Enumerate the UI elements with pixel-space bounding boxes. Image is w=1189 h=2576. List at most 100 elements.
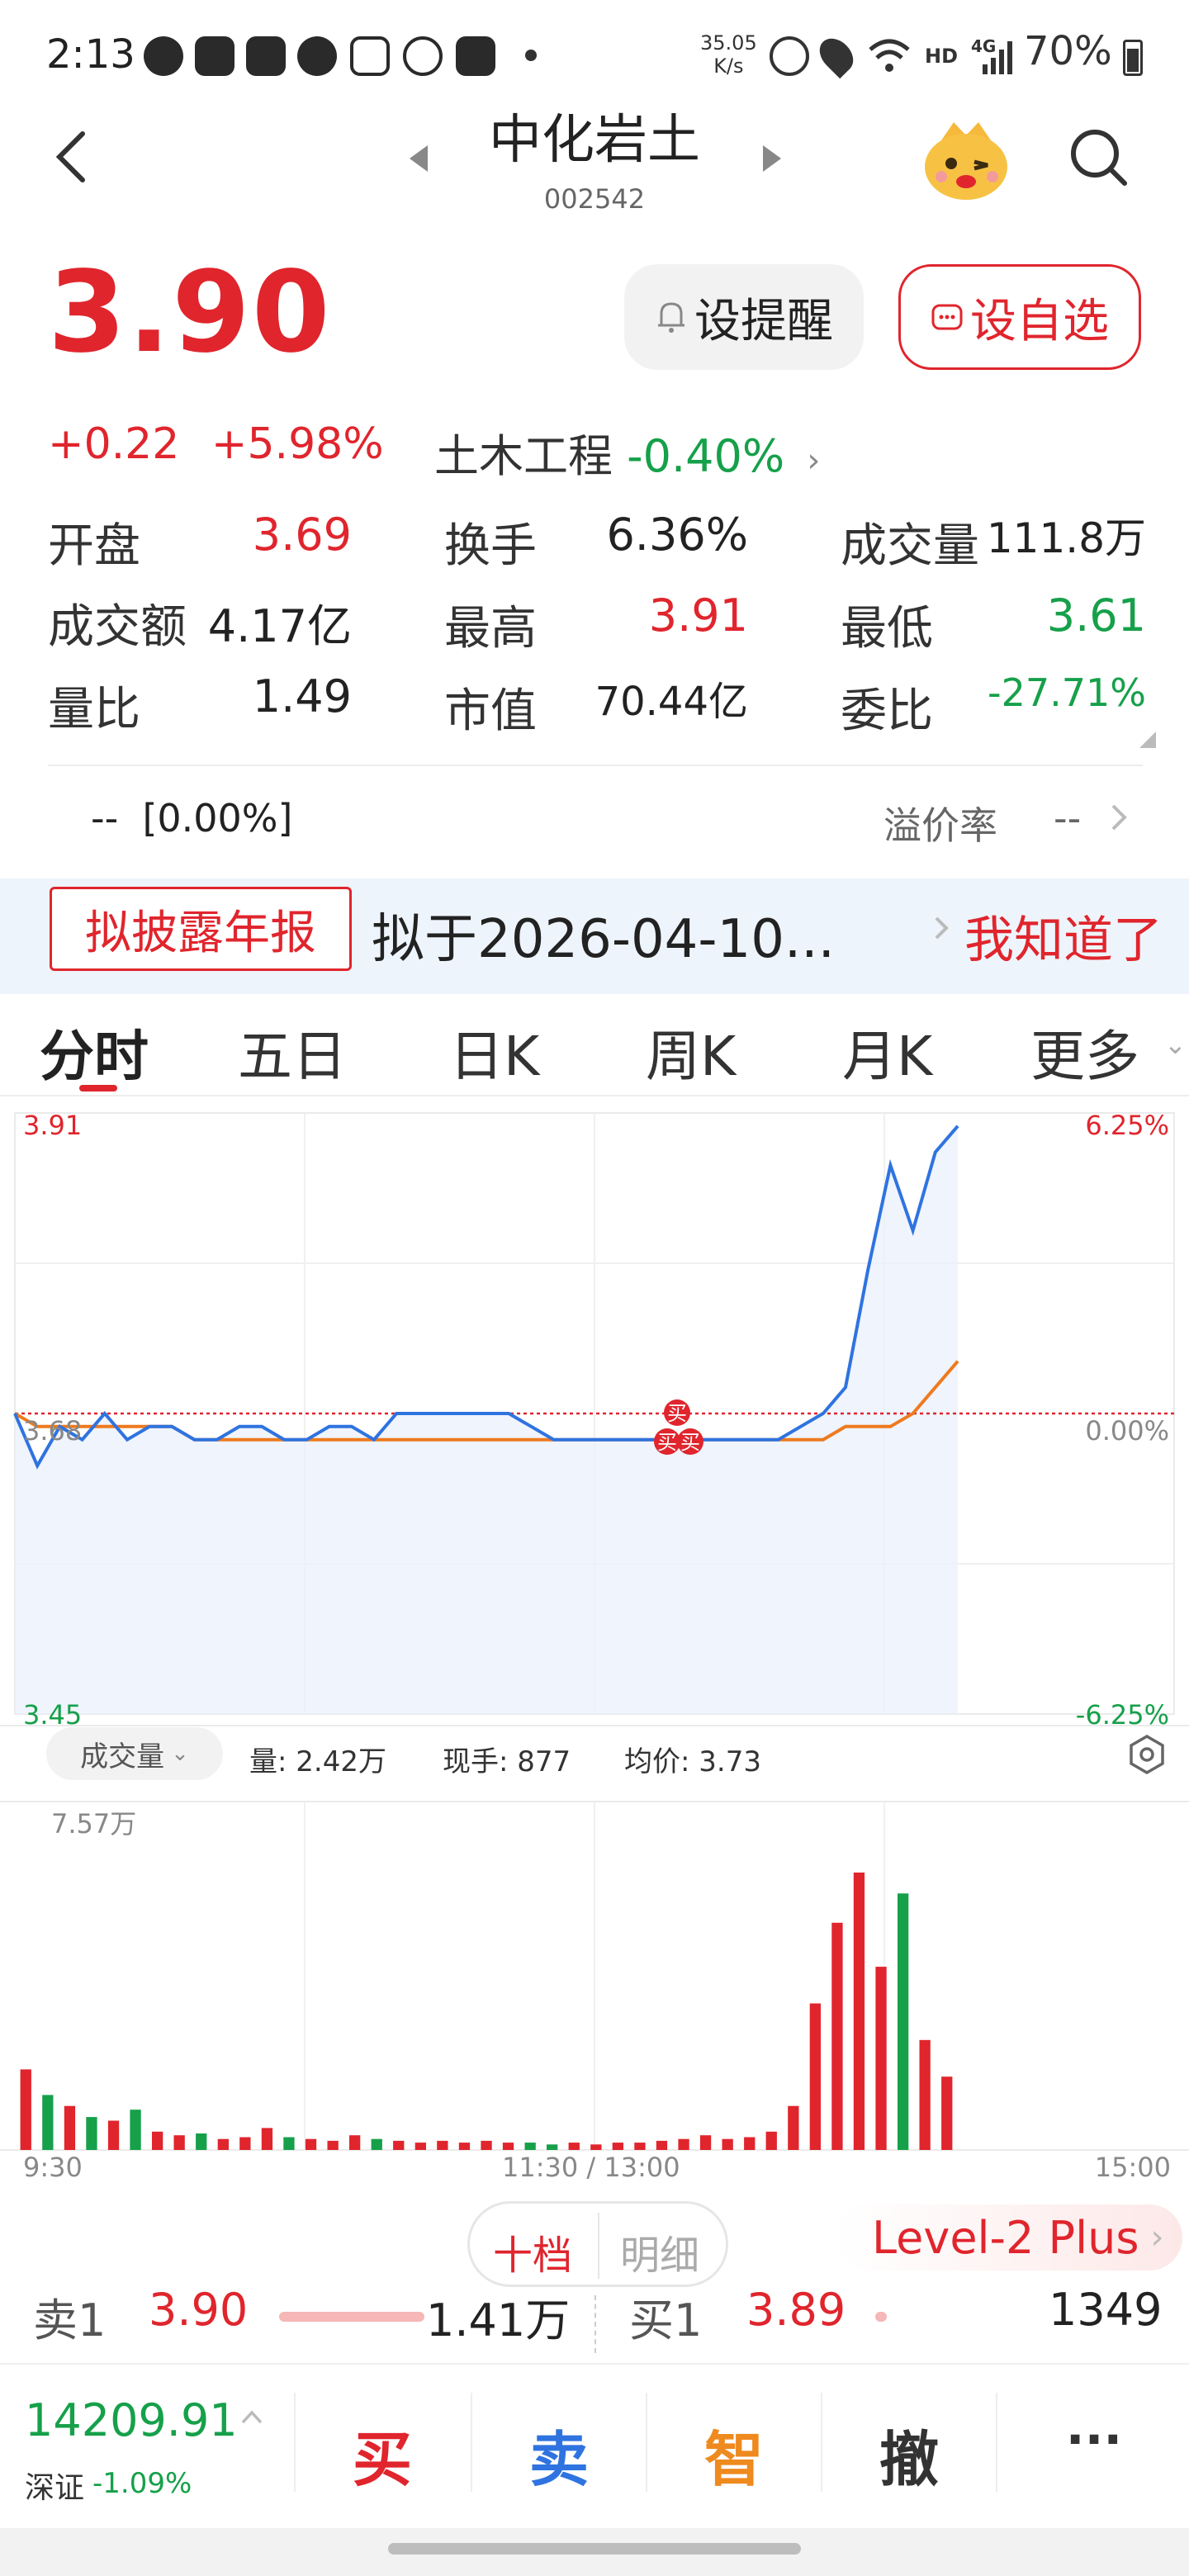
intraday-chart[interactable]: 买买买 3.91 3.68 3.45 6.25% 0.00% -6.25% 成交… bbox=[0, 1096, 1189, 2195]
expand-corner-icon[interactable] bbox=[1139, 732, 1156, 748]
chart-canvas: 买买买 bbox=[0, 1112, 1189, 2151]
divider bbox=[996, 2393, 997, 2492]
volume-bar bbox=[261, 2128, 273, 2150]
volume-bar bbox=[568, 2143, 580, 2150]
more-button[interactable]: ··· bbox=[1007, 2411, 1181, 2469]
net-speed: 35.05 K/s bbox=[700, 31, 757, 78]
battery-fill bbox=[1127, 49, 1139, 72]
level2-label: Level-2 Plus bbox=[872, 2211, 1139, 2264]
avg-price-readout: 均价: 3.73 bbox=[624, 1745, 761, 1778]
battery-level: 70% bbox=[1024, 28, 1112, 74]
sector-link[interactable]: 土木工程 -0.40% › bbox=[434, 419, 820, 485]
announcement-text[interactable]: 拟于2026-04-10... bbox=[372, 897, 835, 973]
volume-bar bbox=[414, 2143, 426, 2150]
premium-rate-label: 溢价率 bbox=[883, 803, 997, 848]
volume-bar bbox=[371, 2138, 382, 2150]
volume-bar bbox=[437, 2140, 448, 2150]
market-cap-value: 70.44亿 bbox=[594, 679, 748, 725]
settings-button[interactable] bbox=[1126, 1734, 1168, 1775]
volume-bar bbox=[239, 2137, 251, 2150]
price-change-row: +0.22 +5.98% bbox=[48, 419, 402, 469]
vol-ratio-label: 量比 bbox=[48, 683, 140, 736]
net-speed-unit: K/s bbox=[713, 54, 744, 78]
index-value[interactable]: 14209.91 bbox=[25, 2394, 238, 2446]
premium-rate-value: -- bbox=[1054, 796, 1082, 841]
pct-low-label: -6.25% bbox=[1075, 1699, 1169, 1731]
open-label: 开盘 bbox=[48, 519, 140, 573]
missed-call-icon bbox=[403, 36, 443, 76]
premium-info: -- [0.00%] bbox=[91, 796, 293, 841]
nfc-icon bbox=[350, 36, 390, 76]
smart-trade-button[interactable]: 智 bbox=[647, 2411, 821, 2498]
volume-bar bbox=[809, 2003, 821, 2150]
volume-label: 成交量 bbox=[841, 519, 979, 573]
stock-code: 002542 bbox=[543, 183, 646, 215]
divider bbox=[48, 765, 1143, 766]
cancel-order-button[interactable]: 撤 bbox=[822, 2411, 996, 2498]
tab-intraday[interactable]: 分时 bbox=[40, 1012, 149, 1091]
add-watchlist-label: 设自选 bbox=[970, 294, 1109, 348]
open-value: 3.69 bbox=[252, 509, 352, 561]
mascot-button[interactable] bbox=[917, 116, 1016, 206]
volume-bar bbox=[941, 2076, 953, 2150]
y-high-label: 3.91 bbox=[23, 1110, 83, 1141]
chevron-right-icon[interactable] bbox=[1106, 801, 1131, 834]
buy-marker-label: 买 bbox=[680, 1431, 700, 1454]
tab-monthly-k[interactable]: 月K bbox=[842, 1012, 932, 1091]
watchlist-icon bbox=[931, 304, 963, 330]
volume-bar bbox=[86, 2117, 97, 2150]
set-alert-button[interactable]: 设提醒 bbox=[624, 264, 864, 370]
buy-button[interactable]: 买 bbox=[296, 2411, 469, 2498]
volume-bars bbox=[20, 1873, 953, 2150]
turnover-value: 6.36% bbox=[606, 509, 748, 561]
sell1-price: 3.90 bbox=[149, 2284, 249, 2336]
amount-label: 成交额 bbox=[48, 600, 187, 654]
low-value: 3.61 bbox=[1046, 590, 1146, 642]
high-value: 3.91 bbox=[648, 590, 748, 642]
indicator-select[interactable]: 成交量 ⌄ bbox=[46, 1727, 223, 1780]
triangle-right-icon bbox=[763, 145, 781, 172]
check-app-icon bbox=[195, 36, 234, 76]
chevron-up-icon[interactable] bbox=[239, 2404, 264, 2429]
signal-icon bbox=[981, 40, 1017, 76]
home-indicator[interactable] bbox=[388, 2543, 801, 2555]
volume-bar bbox=[502, 2143, 514, 2150]
battery-icon bbox=[1123, 40, 1143, 76]
tab-five-day[interactable]: 五日 bbox=[238, 1012, 347, 1091]
volume-bar bbox=[458, 2143, 471, 2150]
level2-plus-button[interactable]: Level-2 Plus › bbox=[836, 2204, 1182, 2271]
dismiss-announcement-button[interactable]: 我知道了 bbox=[964, 900, 1163, 972]
volume-value: 111.8万 bbox=[986, 514, 1146, 562]
tab-more[interactable]: 更多 bbox=[1030, 1012, 1139, 1091]
search-button[interactable] bbox=[1065, 124, 1131, 190]
status-bar: 2:13 35.05 K/s HD 4G 70% bbox=[0, 0, 1189, 107]
sell-button[interactable]: 卖 bbox=[472, 2411, 646, 2498]
volume-bar bbox=[547, 2144, 558, 2150]
sell1-volume: 1.41万 bbox=[426, 2294, 571, 2346]
chat-icon bbox=[144, 36, 183, 76]
add-watchlist-button[interactable]: 设自选 bbox=[898, 264, 1141, 370]
volume-bar bbox=[898, 1893, 909, 2150]
back-button[interactable] bbox=[41, 124, 107, 190]
tab-daily-k[interactable]: 日K bbox=[449, 1012, 539, 1091]
bid-ratio-label: 委比 bbox=[841, 684, 933, 738]
amount-value: 4.17亿 bbox=[207, 600, 352, 652]
tab-weekly-k[interactable]: 周K bbox=[646, 1012, 736, 1091]
volume-max-label: 7.57万 bbox=[51, 1808, 137, 1840]
tab-ten-levels[interactable]: 十档 bbox=[471, 2223, 594, 2280]
index-name: 深证 bbox=[25, 2471, 85, 2505]
volume-bar bbox=[173, 2135, 185, 2150]
chevron-down-icon: ⌄ bbox=[1164, 1029, 1187, 1060]
volume-bar bbox=[42, 2095, 54, 2150]
volume-bar bbox=[327, 2140, 339, 2150]
volume-bar bbox=[20, 2069, 31, 2150]
stock-name: 中化岩土 bbox=[489, 110, 700, 171]
volume-bar bbox=[722, 2138, 733, 2150]
next-stock-button[interactable] bbox=[755, 142, 788, 175]
market-cap-label: 市值 bbox=[444, 684, 537, 738]
time-mid-label: 11:30 / 13:00 bbox=[502, 2152, 680, 2183]
sector-name: 土木工程 bbox=[434, 430, 613, 482]
buy-marker-label: 买 bbox=[657, 1431, 677, 1454]
tab-trade-detail[interactable]: 明细 bbox=[598, 2223, 722, 2280]
y-ref-label: 3.68 bbox=[23, 1415, 83, 1447]
